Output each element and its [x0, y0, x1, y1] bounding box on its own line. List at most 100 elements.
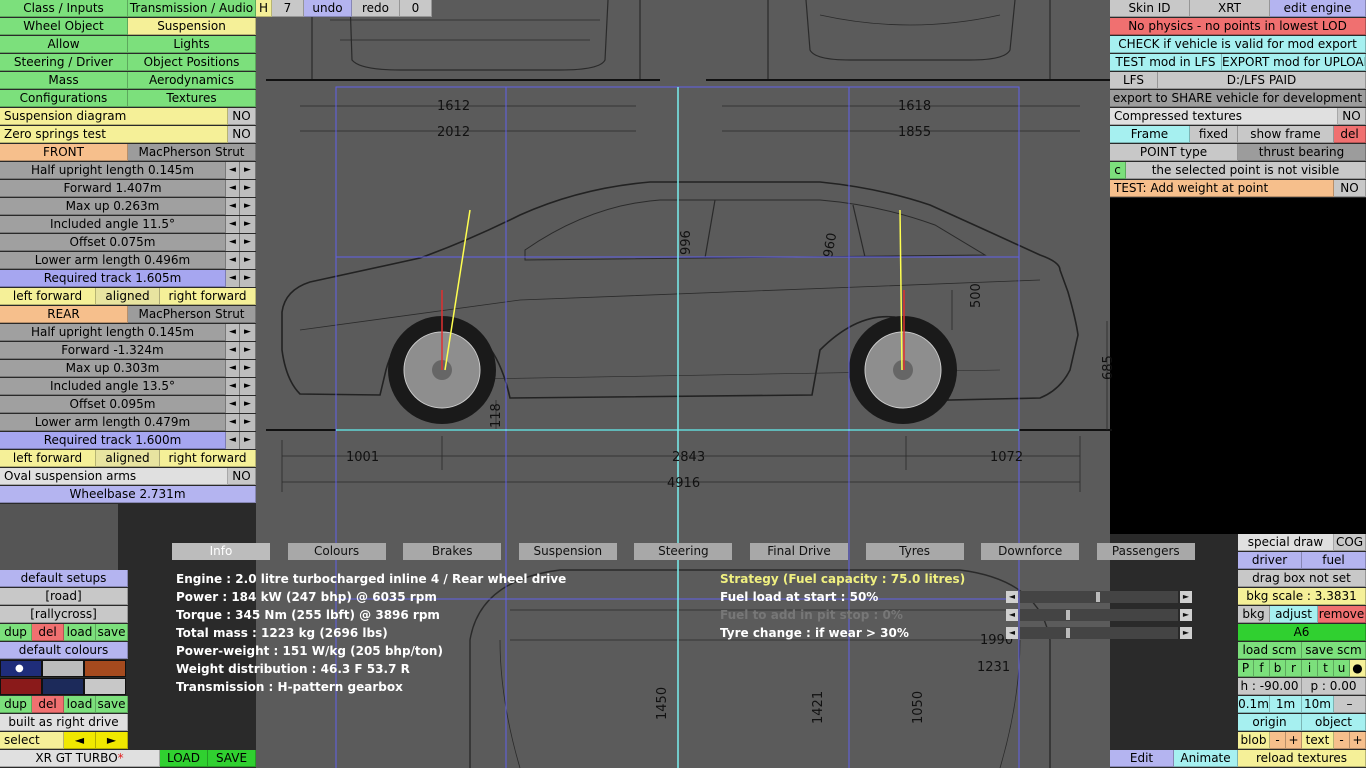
suspension-button[interactable]: Suspension	[128, 18, 256, 35]
fuel-load-slider[interactable]	[1020, 591, 1178, 603]
setup-road-item[interactable]: [road]	[0, 588, 128, 605]
blob-plus-button[interactable]: +	[1286, 732, 1302, 749]
allow-button[interactable]: Allow	[0, 36, 128, 53]
class-inputs-button[interactable]: Class / Inputs	[0, 0, 128, 17]
tab-passengers[interactable]: Passengers	[1096, 543, 1195, 560]
rear-param-1[interactable]: Forward -1.324m	[0, 342, 226, 359]
configurations-button[interactable]: Configurations	[0, 90, 128, 107]
front-param-2-increase-icon[interactable]: ►	[240, 198, 256, 215]
display-toggle-3[interactable]: r	[1286, 660, 1302, 677]
tab-info[interactable]: Info	[172, 543, 270, 560]
save-scm-button[interactable]: save scm	[1302, 642, 1366, 659]
rear-type-select[interactable]: MacPherson Strut	[128, 306, 256, 323]
select-prev-button[interactable]: ◄	[64, 732, 96, 749]
origin-button[interactable]: origin	[1238, 714, 1302, 731]
colour-load-button[interactable]: load	[64, 696, 96, 713]
step-1m-button[interactable]: 1m	[1270, 696, 1302, 713]
wheel-object-button[interactable]: Wheel Object	[0, 18, 128, 35]
colour-swatch-0[interactable]: ●	[0, 660, 42, 677]
front-param-4-decrease-icon[interactable]: ◄	[226, 234, 240, 251]
setup-save-button[interactable]: save	[96, 624, 128, 641]
special-draw-button[interactable]: special draw	[1238, 534, 1334, 551]
colour-save-button[interactable]: save	[96, 696, 128, 713]
load-scm-button[interactable]: load scm	[1238, 642, 1302, 659]
edit-engine-button[interactable]: edit engine	[1270, 0, 1366, 17]
rear-param-5[interactable]: Lower arm length 0.479m	[0, 414, 226, 431]
fuel-load-knob[interactable]	[1096, 592, 1100, 602]
tab-brakes[interactable]: Brakes	[403, 543, 502, 560]
text-minus-button[interactable]: -	[1334, 732, 1350, 749]
rear-param-6[interactable]: Required track 1.600m	[0, 432, 226, 449]
reload-textures-button[interactable]: reload textures	[1238, 750, 1366, 767]
aerodynamics-button[interactable]: Aerodynamics	[128, 72, 256, 89]
tab-final-drive[interactable]: Final Drive	[750, 543, 848, 560]
cog-button[interactable]: COG	[1334, 534, 1366, 551]
oval-arms-toggle[interactable]: Oval suspension arms	[0, 468, 228, 485]
frame-del-button[interactable]: del	[1334, 126, 1366, 143]
oval-arms-value[interactable]: NO	[228, 468, 256, 485]
front-param-5-increase-icon[interactable]: ►	[240, 252, 256, 269]
rear-param-6-decrease-icon[interactable]: ◄	[226, 432, 240, 449]
front-param-2[interactable]: Max up 0.263m	[0, 198, 226, 215]
pitch-value[interactable]: p : 0.00	[1302, 678, 1366, 695]
tyre-change-slider[interactable]	[1020, 627, 1178, 639]
rear-left-forward-button[interactable]: left forward	[0, 450, 96, 467]
colour-dup-button[interactable]: dup	[0, 696, 32, 713]
default-setups-button[interactable]: default setups	[0, 570, 128, 587]
display-toggle-5[interactable]: t	[1318, 660, 1334, 677]
display-toggle-7[interactable]: ●	[1350, 660, 1366, 677]
lfs-path-field[interactable]: D:/LFS PAID	[1158, 72, 1366, 89]
bkg-remove-button[interactable]: remove	[1318, 606, 1366, 623]
bkg-image-name[interactable]: A6	[1238, 624, 1366, 641]
object-button[interactable]: object	[1302, 714, 1366, 731]
rear-param-3-increase-icon[interactable]: ►	[240, 378, 256, 395]
setup-rallycross-item[interactable]: [rallycross]	[0, 606, 128, 623]
colour-swatch-3[interactable]	[0, 678, 42, 695]
display-toggle-2[interactable]: b	[1270, 660, 1286, 677]
fuel-load-left-arrow[interactable]: ◄	[1006, 591, 1018, 603]
front-param-0-increase-icon[interactable]: ►	[240, 162, 256, 179]
load-vehicle-button[interactable]: LOAD	[160, 750, 208, 767]
colour-swatch-1[interactable]	[42, 660, 84, 677]
driver-button[interactable]: driver	[1238, 552, 1302, 569]
step-01m-button[interactable]: 0.1m	[1238, 696, 1270, 713]
textures-button[interactable]: Textures	[128, 90, 256, 107]
rear-param-3-decrease-icon[interactable]: ◄	[226, 378, 240, 395]
redo-button[interactable]: redo	[352, 0, 400, 17]
compressed-textures-toggle[interactable]: Compressed textures	[1110, 108, 1338, 125]
compressed-textures-value[interactable]: NO	[1338, 108, 1366, 125]
fuel-load-right-arrow[interactable]: ►	[1180, 591, 1192, 603]
rear-param-2-increase-icon[interactable]: ►	[240, 360, 256, 377]
add-weight-toggle[interactable]: TEST: Add weight at point	[1110, 180, 1334, 197]
display-toggle-6[interactable]: u	[1334, 660, 1350, 677]
front-param-0-decrease-icon[interactable]: ◄	[226, 162, 240, 179]
animate-mode-button[interactable]: Animate	[1174, 750, 1238, 767]
front-param-0[interactable]: Half upright length 0.145m	[0, 162, 226, 179]
front-param-5-decrease-icon[interactable]: ◄	[226, 252, 240, 269]
undo-button[interactable]: undo	[304, 0, 352, 17]
front-param-4[interactable]: Offset 0.075m	[0, 234, 226, 251]
front-param-5[interactable]: Lower arm length 0.496m	[0, 252, 226, 269]
steering-driver-button[interactable]: Steering / Driver	[0, 54, 128, 71]
export-share-button[interactable]: export to SHARE vehicle for development	[1110, 90, 1366, 107]
rear-param-0-decrease-icon[interactable]: ◄	[226, 324, 240, 341]
front-param-4-increase-icon[interactable]: ►	[240, 234, 256, 251]
colour-swatch-5[interactable]	[84, 678, 126, 695]
tab-suspension[interactable]: Suspension	[518, 543, 617, 560]
suspension-diagram-value[interactable]: NO	[228, 108, 256, 125]
colour-del-button[interactable]: del	[32, 696, 64, 713]
front-right-forward-button[interactable]: right forward	[160, 288, 256, 305]
front-param-3[interactable]: Included angle 11.5°	[0, 216, 226, 233]
refuel-slider[interactable]	[1020, 609, 1178, 621]
front-param-3-increase-icon[interactable]: ►	[240, 216, 256, 233]
bkg-scale-field[interactable]: bkg scale : 3.3831	[1238, 588, 1366, 605]
default-colours-button[interactable]: default colours	[0, 642, 128, 659]
refuel-knob[interactable]	[1066, 610, 1070, 620]
tab-colours[interactable]: Colours	[287, 543, 386, 560]
rear-param-0[interactable]: Half upright length 0.145m	[0, 324, 226, 341]
rear-param-4-decrease-icon[interactable]: ◄	[226, 396, 240, 413]
skin-id-value[interactable]: XRT	[1190, 0, 1270, 17]
rear-param-1-decrease-icon[interactable]: ◄	[226, 342, 240, 359]
show-frame-button[interactable]: show frame	[1238, 126, 1334, 143]
rear-param-5-increase-icon[interactable]: ►	[240, 414, 256, 431]
